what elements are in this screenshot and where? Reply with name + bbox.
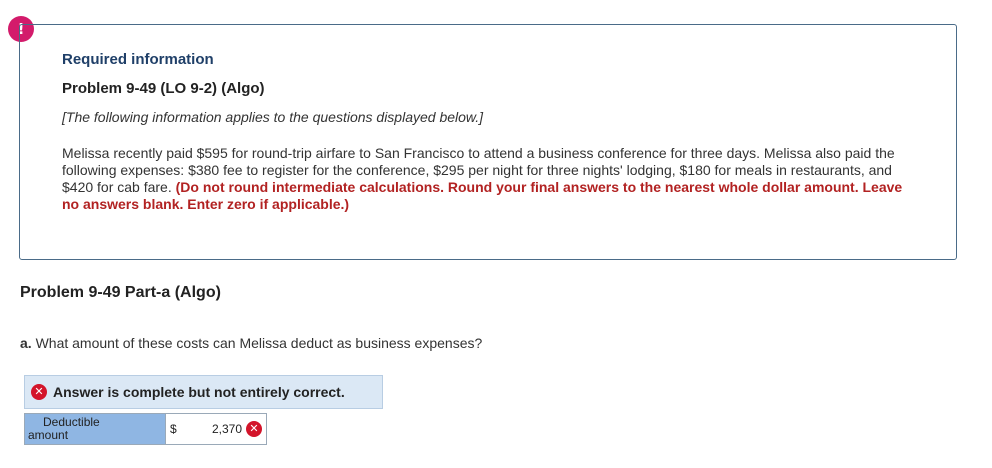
currency-symbol: $ (170, 422, 177, 436)
table-row: Deductible amount $ 2,370 ✕ (24, 413, 267, 445)
deductible-amount-input[interactable]: $ 2,370 ✕ (165, 413, 267, 445)
info-note: [The following information applies to th… (62, 109, 484, 125)
required-info-heading: Required information (62, 51, 214, 68)
incorrect-x-icon: ✕ (246, 421, 262, 437)
question-a: a. What amount of these costs can Meliss… (20, 335, 482, 351)
answer-table: Deductible amount $ 2,370 ✕ (24, 413, 267, 445)
instructions-text: (Do not round intermediate calculations.… (62, 179, 903, 212)
label-line-2: amount (28, 428, 69, 442)
x-circle-icon: ✕ (31, 384, 47, 400)
answer-status-text: Answer is complete but not entirely corr… (53, 384, 345, 400)
part-title: Problem 9-49 Part-a (Algo) (20, 284, 221, 301)
answer-value: 2,370 (211, 422, 242, 436)
required-info-box: Required information Problem 9-49 (LO 9-… (19, 24, 957, 260)
answer-status-banner: ✕ Answer is complete but not entirely co… (24, 375, 383, 409)
question-letter: a. (20, 335, 32, 351)
question-text: What amount of these costs can Melissa d… (35, 335, 483, 351)
problem-body: Melissa recently paid $595 for round-tri… (62, 145, 922, 213)
deductible-amount-label: Deductible amount (24, 413, 166, 445)
problem-title: Problem 9-49 (LO 9-2) (Algo) (62, 80, 265, 97)
